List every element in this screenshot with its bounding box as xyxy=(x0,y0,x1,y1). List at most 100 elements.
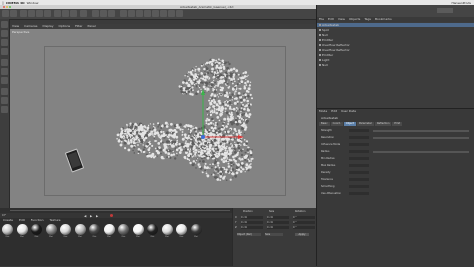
redo-icon[interactable] xyxy=(10,10,17,17)
polygons-mode-icon[interactable] xyxy=(1,77,8,84)
array-icon[interactable] xyxy=(144,10,151,17)
floor-icon[interactable] xyxy=(160,10,167,17)
attribute-slider[interactable] xyxy=(373,136,469,139)
cube-icon[interactable] xyxy=(120,10,127,17)
attribute-tab[interactable]: Basic xyxy=(319,122,330,126)
axis-mode-icon[interactable] xyxy=(1,88,8,95)
object-row[interactable]: Spot xyxy=(317,28,474,32)
object-menu-view[interactable]: View xyxy=(338,17,345,22)
light-icon[interactable] xyxy=(176,10,183,17)
object-menu-tags[interactable]: Tags xyxy=(364,17,371,22)
lock-workplane-icon[interactable] xyxy=(1,106,8,113)
render-picture-viewer-icon[interactable] xyxy=(100,10,107,17)
attribute-value-field[interactable] xyxy=(349,129,369,132)
texture-mode-icon[interactable] xyxy=(1,39,8,46)
minimize-window-button[interactable] xyxy=(6,6,8,8)
material-swatch[interactable] xyxy=(2,224,13,235)
undo-icon[interactable] xyxy=(2,10,9,17)
object-row[interactable]: Null xyxy=(317,63,474,67)
coordinate-system-icon[interactable] xyxy=(80,10,87,17)
size-y-field[interactable]: 0 cm xyxy=(267,221,289,224)
edges-mode-icon[interactable] xyxy=(1,68,8,75)
rotation-h-field[interactable]: 0 ° xyxy=(293,216,315,219)
material-swatch[interactable] xyxy=(161,224,173,235)
attribute-value-field[interactable] xyxy=(349,192,369,195)
attribute-tab[interactable]: Coord. xyxy=(330,122,343,126)
workplane-icon[interactable] xyxy=(1,48,8,55)
attribute-value-field[interactable] xyxy=(349,157,369,160)
position-z-field[interactable]: 0 cm xyxy=(241,226,263,229)
zoom-window-button[interactable] xyxy=(9,6,11,8)
rotation-b-field[interactable]: 0 ° xyxy=(293,226,315,229)
menu-window[interactable]: Window xyxy=(27,1,39,5)
object-menu-objects[interactable]: Objects xyxy=(349,17,360,22)
points-mode-icon[interactable] xyxy=(1,59,8,66)
apple-icon[interactable]:  xyxy=(2,1,4,5)
attribute-tab[interactable]: Object xyxy=(343,122,356,126)
attribute-tab[interactable]: Reflection xyxy=(374,122,392,126)
attribute-tab[interactable]: Parameter xyxy=(356,122,374,126)
material-swatch[interactable] xyxy=(16,224,28,235)
object-menu-edit[interactable]: Edit xyxy=(328,17,334,22)
material-swatch[interactable] xyxy=(147,224,158,235)
material-swatch[interactable] xyxy=(89,224,100,235)
size-x-field[interactable]: 0 cm xyxy=(267,216,289,219)
x-axis-icon[interactable] xyxy=(54,10,61,17)
snap-icon[interactable] xyxy=(1,97,8,104)
rotation-p-field[interactable]: 0 ° xyxy=(293,221,315,224)
material-swatch[interactable] xyxy=(118,224,129,235)
pen-icon[interactable] xyxy=(128,10,135,17)
y-axis-icon[interactable] xyxy=(62,10,69,17)
model-mode-icon[interactable] xyxy=(1,30,8,37)
render-settings-icon[interactable] xyxy=(108,10,115,17)
object-row[interactable]: Arbeitsstab xyxy=(317,23,474,27)
attribute-slider[interactable] xyxy=(373,129,469,132)
attribute-slider[interactable] xyxy=(373,150,469,153)
app-menu[interactable]: CINEMA 4D xyxy=(6,1,25,5)
attribute-value-field[interactable] xyxy=(349,150,369,153)
apply-button[interactable]: Apply xyxy=(295,233,309,236)
current-frame[interactable]: 0 F xyxy=(2,214,6,217)
camera-icon[interactable] xyxy=(168,10,175,17)
attribute-value-field[interactable] xyxy=(349,178,369,181)
attribute-menu-user-data[interactable]: User Data xyxy=(341,109,356,114)
attribute-value-field[interactable] xyxy=(349,185,369,188)
object-row[interactable]: Overflow Reflector xyxy=(317,43,474,47)
size-z-field[interactable]: 0 cm xyxy=(267,226,289,229)
material-swatch[interactable] xyxy=(31,224,42,235)
z-axis-icon[interactable] xyxy=(70,10,77,17)
object-row[interactable]: Emitter xyxy=(317,53,474,57)
material-swatch[interactable] xyxy=(45,224,57,235)
material-swatch[interactable] xyxy=(176,224,187,235)
particle-arm-mesh[interactable] xyxy=(10,29,316,208)
attribute-value-field[interactable] xyxy=(349,171,369,174)
live-select-icon[interactable] xyxy=(20,10,27,17)
subdivision-icon[interactable] xyxy=(136,10,143,17)
material-swatch[interactable] xyxy=(132,224,144,235)
material-swatch[interactable] xyxy=(190,224,202,235)
object-row[interactable]: Overflow Reflector xyxy=(317,48,474,52)
render-view-icon[interactable] xyxy=(92,10,99,17)
3d-viewport[interactable]: Perspective xyxy=(10,29,316,208)
record-icon[interactable] xyxy=(110,214,113,217)
rotate-icon[interactable] xyxy=(44,10,51,17)
object-menu-file[interactable]: File xyxy=(319,17,324,22)
material-swatch[interactable] xyxy=(74,224,86,235)
scale-icon[interactable] xyxy=(36,10,43,17)
object-row[interactable]: Null xyxy=(317,33,474,37)
attribute-value-field[interactable] xyxy=(349,164,369,167)
coord-mode-dropdown[interactable]: Object (Rel) xyxy=(237,233,261,236)
layout-dropdown[interactable] xyxy=(437,8,453,13)
material-swatch[interactable] xyxy=(103,224,115,235)
object-row[interactable]: Emitter xyxy=(317,38,474,42)
attribute-value-field[interactable] xyxy=(349,143,369,146)
attribute-value-field[interactable] xyxy=(349,136,369,139)
size-mode-dropdown[interactable]: Size xyxy=(265,233,283,236)
object-row[interactable]: Light xyxy=(317,58,474,62)
position-y-field[interactable]: 0 cm xyxy=(241,221,263,224)
material-swatch[interactable] xyxy=(60,224,71,235)
attribute-menu-edit[interactable]: Edit xyxy=(331,109,337,114)
z-axis-handle[interactable] xyxy=(201,135,205,139)
attribute-menu-mode[interactable]: Mode xyxy=(319,109,327,114)
attribute-tab[interactable]: Emit xyxy=(392,122,403,126)
